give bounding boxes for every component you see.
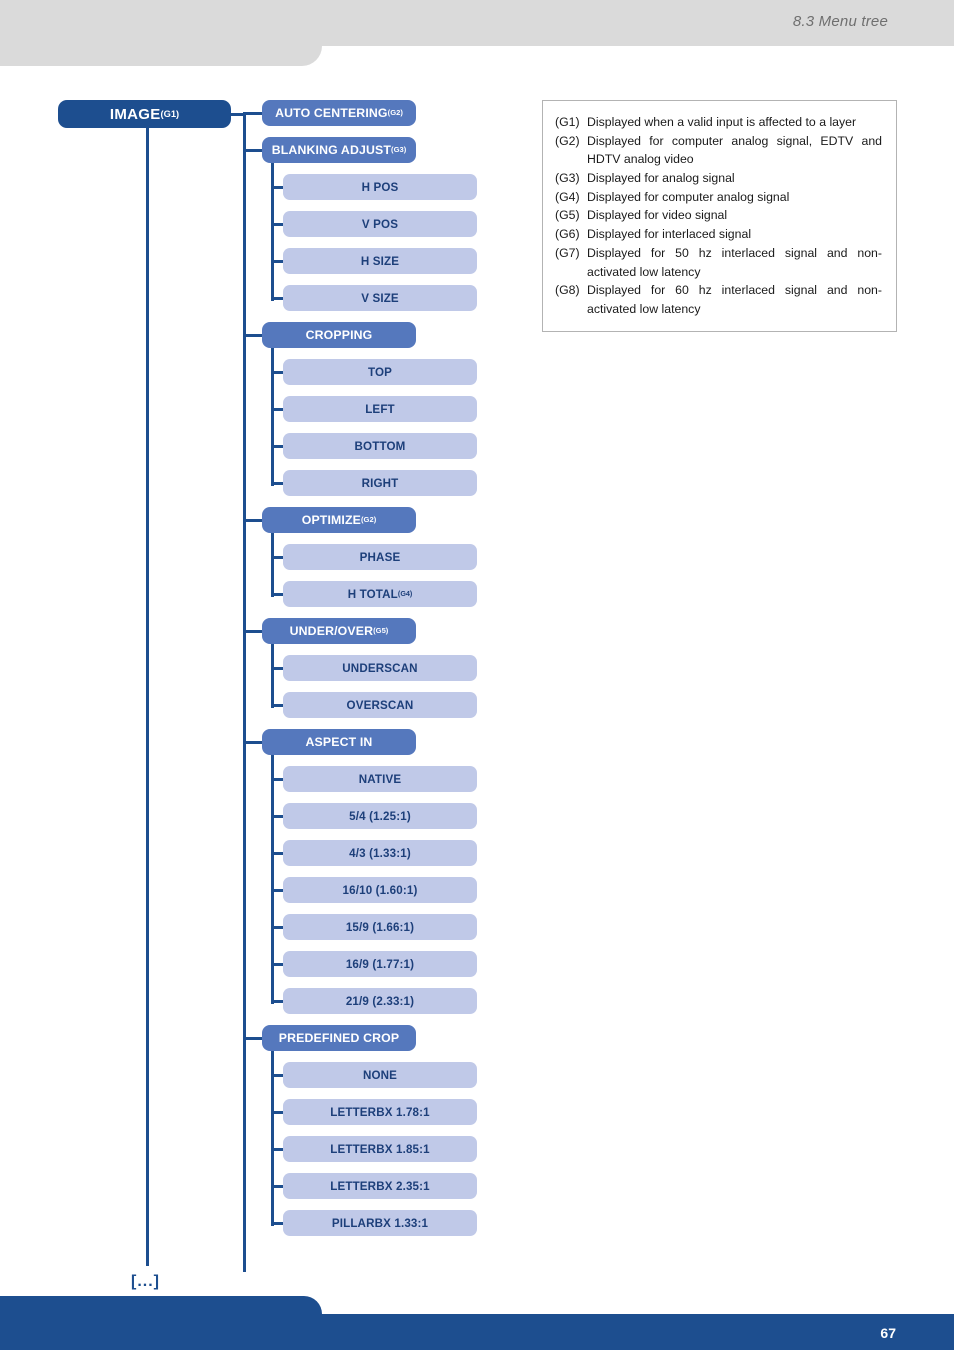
- connector-section-subtrunk: [271, 644, 274, 708]
- node-label: H TOTAL: [347, 587, 398, 601]
- node-label: BLANKING ADJUST: [271, 143, 392, 157]
- tree-node-section[interactable]: BLANKING ADJUST (G3): [262, 137, 416, 163]
- connector-main-trunk: [243, 113, 246, 1041]
- tree-node-leaf[interactable]: OVERSCAN: [283, 692, 477, 718]
- connector-section-subtrunk: [271, 348, 274, 486]
- node-label: PILLARBX 1.33:1: [331, 1216, 429, 1230]
- node-label: H POS: [361, 180, 399, 194]
- node-label: 16/10 (1.60:1): [342, 883, 418, 897]
- node-label: 16/9 (1.77:1): [345, 957, 415, 971]
- tree-node-section[interactable]: OPTIMIZE (G2): [262, 507, 416, 533]
- tree-node-leaf[interactable]: PILLARBX 1.33:1: [283, 1210, 477, 1236]
- tree-node-leaf[interactable]: LETTERBX 2.35:1: [283, 1173, 477, 1199]
- node-label: V POS: [361, 217, 399, 231]
- node-label: PHASE: [359, 550, 401, 564]
- tree-node-leaf[interactable]: 21/9 (2.33:1): [283, 988, 477, 1014]
- node-label: OVERSCAN: [346, 698, 414, 712]
- node-label: LETTERBX 1.78:1: [330, 1105, 430, 1119]
- node-label: H SIZE: [360, 254, 400, 268]
- node-label: UNDERSCAN: [342, 661, 418, 675]
- node-label: PREDEFINED CROP: [278, 1031, 400, 1045]
- menu-tree-diagram: IMAGE (G1) AUTO CENTERING (G2) BLANKING ADJU…: [0, 0, 954, 1350]
- tree-continuation-marker: [...]: [131, 1273, 160, 1290]
- node-label: ASPECT IN: [305, 735, 373, 749]
- tree-node-root[interactable]: IMAGE (G1): [58, 100, 231, 128]
- tree-node-section[interactable]: UNDER/OVER (G5): [262, 618, 416, 644]
- connector-section-subtrunk: [271, 1051, 274, 1226]
- node-label: 15/9 (1.66:1): [345, 920, 415, 934]
- tree-node-leaf[interactable]: V SIZE: [283, 285, 477, 311]
- tree-node-section[interactable]: AUTO CENTERING (G2): [262, 100, 416, 126]
- node-label: OPTIMIZE: [301, 513, 362, 527]
- node-label: 4/3 (1.33:1): [349, 846, 411, 860]
- tree-node-section[interactable]: CROPPING: [262, 322, 416, 348]
- node-label: LEFT: [365, 402, 395, 416]
- tree-node-leaf[interactable]: H TOTAL (G4): [283, 581, 477, 607]
- connector-trunk-tail: [243, 1038, 246, 1272]
- node-label: RIGHT: [361, 476, 399, 490]
- node-label: 5/4 (1.25:1): [349, 809, 411, 823]
- tree-node-leaf[interactable]: 16/10 (1.60:1): [283, 877, 477, 903]
- tree-node-leaf[interactable]: 5/4 (1.25:1): [283, 803, 477, 829]
- node-label: LETTERBX 1.85:1: [330, 1142, 430, 1156]
- tree-node-leaf[interactable]: BOTTOM: [283, 433, 477, 459]
- tree-node-leaf[interactable]: RIGHT: [283, 470, 477, 496]
- node-label: NATIVE: [358, 772, 402, 786]
- tree-node-leaf[interactable]: NONE: [283, 1062, 477, 1088]
- node-label: UNDER/OVER: [289, 624, 374, 638]
- node-label: NONE: [362, 1068, 398, 1082]
- tree-node-section[interactable]: ASPECT IN: [262, 729, 416, 755]
- tree-node-leaf[interactable]: LEFT: [283, 396, 477, 422]
- connector-root-tail: [146, 128, 149, 1266]
- connector-section-subtrunk: [271, 533, 274, 597]
- node-label: AUTO CENTERING: [275, 106, 388, 120]
- tree-node-leaf[interactable]: 4/3 (1.33:1): [283, 840, 477, 866]
- tree-node-leaf[interactable]: H POS: [283, 174, 477, 200]
- tree-node-leaf[interactable]: 16/9 (1.77:1): [283, 951, 477, 977]
- tree-node-section[interactable]: PREDEFINED CROP: [262, 1025, 416, 1051]
- connector-section-subtrunk: [271, 163, 274, 301]
- connector-section-subtrunk: [271, 755, 274, 1004]
- tree-node-leaf[interactable]: TOP: [283, 359, 477, 385]
- node-label: TOP: [367, 365, 393, 379]
- tree-node-leaf[interactable]: 15/9 (1.66:1): [283, 914, 477, 940]
- node-label: V SIZE: [361, 291, 399, 305]
- node-label: IMAGE: [109, 105, 161, 123]
- tree-node-leaf[interactable]: LETTERBX 1.85:1: [283, 1136, 477, 1162]
- tree-node-leaf[interactable]: UNDERSCAN: [283, 655, 477, 681]
- tree-node-leaf[interactable]: PHASE: [283, 544, 477, 570]
- node-label: 21/9 (2.33:1): [345, 994, 415, 1008]
- tree-node-leaf[interactable]: NATIVE: [283, 766, 477, 792]
- tree-node-leaf[interactable]: V POS: [283, 211, 477, 237]
- node-label: BOTTOM: [354, 439, 406, 453]
- node-label: CROPPING: [305, 328, 373, 342]
- tree-node-leaf[interactable]: LETTERBX 1.78:1: [283, 1099, 477, 1125]
- node-label: LETTERBX 2.35:1: [330, 1179, 430, 1193]
- tree-node-leaf[interactable]: H SIZE: [283, 248, 477, 274]
